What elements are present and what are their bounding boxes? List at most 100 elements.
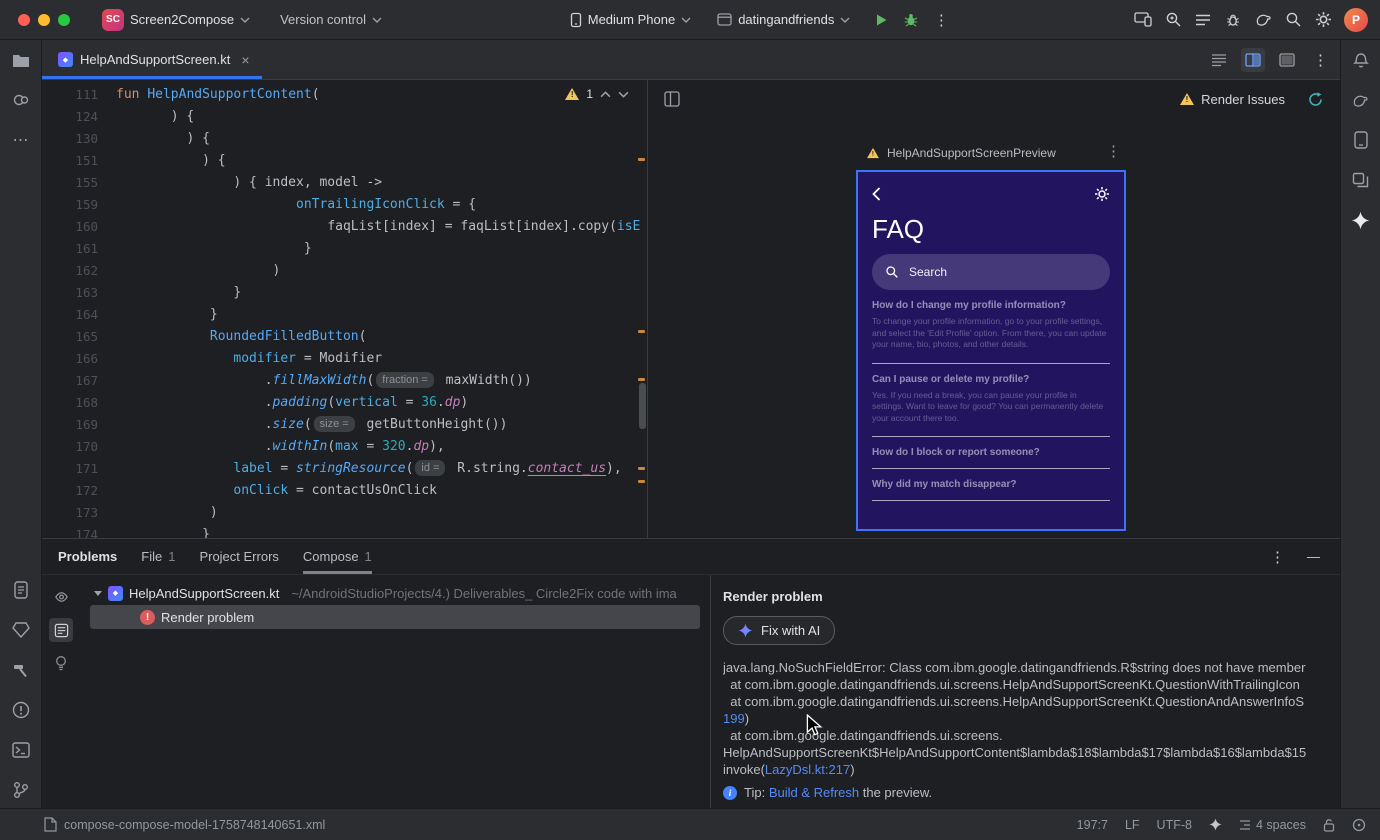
encoding-widget[interactable]: UTF-8 — [1157, 818, 1192, 832]
line-number[interactable]: 161 — [42, 238, 98, 260]
settings-gear-icon[interactable] — [1308, 6, 1338, 34]
caret-position-widget[interactable]: 197:7 — [1077, 818, 1108, 832]
line-number[interactable]: 163 — [42, 282, 98, 304]
code-line[interactable]: 164} — [42, 304, 647, 326]
line-number[interactable]: 164 — [42, 304, 98, 326]
problems-tab-project-errors[interactable]: Project Errors — [199, 539, 278, 574]
code-line[interactable]: 160 faqList[index] = faqList[index].copy(… — [42, 216, 647, 238]
code-view-button[interactable] — [1207, 48, 1231, 72]
render-issues-button[interactable]: Render Issues — [1180, 92, 1285, 107]
readonly-lock-icon[interactable] — [1323, 818, 1335, 832]
code-line[interactable]: 163} — [42, 282, 647, 304]
line-number[interactable]: 168 — [42, 392, 98, 414]
next-problem-icon[interactable] — [618, 91, 629, 98]
app-quality-insights-icon[interactable] — [11, 620, 31, 640]
render-problem-row[interactable]: ! Render problem — [90, 605, 700, 629]
line-number[interactable]: 162 — [42, 260, 98, 282]
problems-panel-title[interactable]: Problems — [58, 549, 117, 564]
line-number[interactable]: 160 — [42, 216, 98, 238]
line-number[interactable]: 130 — [42, 128, 98, 150]
preview-phone-frame[interactable]: FAQ Search How do I change my profile in… — [856, 170, 1126, 531]
code-line[interactable]: 162) — [42, 260, 647, 282]
line-number[interactable]: 171 — [42, 458, 98, 480]
problems-tab-compose[interactable]: Compose 1 — [302, 539, 372, 574]
editor-tab-active[interactable]: ◆ HelpAndSupportScreen.kt × — [42, 40, 262, 79]
code-line[interactable]: 174} — [42, 524, 647, 538]
code-line[interactable]: 170 .widthIn(max = 320.dp), — [42, 436, 647, 458]
structure-list-icon[interactable] — [1188, 6, 1218, 34]
status-indicator-icon[interactable] — [1352, 818, 1366, 832]
build-refresh-icon[interactable] — [1307, 91, 1324, 108]
commit-icon[interactable] — [11, 90, 31, 110]
run-configuration-selector[interactable]: datingandfriends — [709, 8, 858, 31]
chevron-down-icon[interactable] — [94, 590, 102, 596]
line-number[interactable]: 159 — [42, 194, 98, 216]
line-number[interactable]: 172 — [42, 480, 98, 502]
code-line[interactable]: 151) { — [42, 150, 647, 172]
split-view-button[interactable] — [1241, 47, 1265, 72]
device-mirroring-icon[interactable] — [1128, 6, 1158, 34]
warning-stripe-mark[interactable] — [638, 158, 645, 161]
warning-stripe-mark[interactable] — [638, 378, 645, 381]
more-tool-windows-icon[interactable]: ⋯ — [11, 130, 31, 150]
quick-fix-bulb-icon[interactable] — [49, 651, 73, 675]
ai-status-sparkle-icon[interactable] — [1209, 818, 1222, 831]
problems-icon[interactable] — [11, 700, 31, 720]
build-icon[interactable] — [11, 660, 31, 680]
line-number[interactable]: 174 — [42, 524, 98, 538]
line-number[interactable]: 151 — [42, 150, 98, 172]
preview-visibility-eye-icon[interactable] — [49, 585, 73, 609]
preview-options-kebab[interactable]: ⋮ — [1106, 142, 1121, 160]
line-number[interactable]: 170 — [42, 436, 98, 458]
code-line[interactable]: 159 onTrailingIconClick = { — [42, 194, 647, 216]
ai-search-icon[interactable] — [1158, 6, 1188, 34]
code-line[interactable]: 165 RoundedFilledButton( — [42, 326, 647, 348]
inspections-widget[interactable]: 1 — [565, 87, 629, 101]
line-number[interactable]: 155 — [42, 172, 98, 194]
line-number[interactable]: 166 — [42, 348, 98, 370]
code-line[interactable]: 166 modifier = Modifier — [42, 348, 647, 370]
open-preview-detail-icon[interactable] — [49, 618, 73, 642]
code-line[interactable]: 167 .fillMaxWidth(fraction = maxWidth()) — [42, 370, 647, 392]
code-line[interactable]: 124) { — [42, 106, 647, 128]
code-line[interactable]: 172 onClick = contactUsOnClick — [42, 480, 647, 502]
code-line[interactable]: 111 fun HelpAndSupportContent( — [42, 84, 647, 106]
tabbar-more-icon[interactable]: ⋮ — [1313, 51, 1328, 69]
version-control-icon[interactable] — [11, 780, 31, 800]
logcat-icon[interactable] — [11, 580, 31, 600]
warning-stripe-mark[interactable] — [638, 480, 645, 483]
terminal-icon[interactable] — [11, 740, 31, 760]
editor-scrollbar[interactable] — [639, 383, 646, 429]
user-avatar[interactable]: P — [1344, 7, 1368, 32]
project-widget[interactable]: SC Screen2Compose — [94, 5, 258, 35]
code-line[interactable]: 155) { index, model -> — [42, 172, 647, 194]
more-run-actions-button[interactable]: ⋮ — [926, 6, 956, 34]
project-folder-icon[interactable] — [11, 50, 31, 70]
close-window-button[interactable] — [18, 13, 30, 26]
preview-layout-icon[interactable] — [664, 91, 680, 107]
minimize-window-button[interactable] — [38, 13, 50, 26]
fix-with-ai-button[interactable]: Fix with AI — [723, 616, 836, 645]
stack-trace-link[interactable]: 199 — [723, 711, 745, 726]
line-number[interactable]: 165 — [42, 326, 98, 348]
version-control-menu[interactable]: Version control — [272, 8, 390, 31]
previous-problem-icon[interactable] — [600, 90, 611, 98]
warning-stripe-mark[interactable] — [638, 330, 645, 333]
line-number[interactable]: 167 — [42, 370, 98, 392]
line-separator-widget[interactable]: LF — [1125, 818, 1140, 832]
indent-widget[interactable]: 4 spaces — [1239, 818, 1306, 832]
debug-button[interactable] — [896, 6, 926, 34]
close-tab-icon[interactable]: × — [241, 52, 249, 68]
gemini-ai-icon[interactable] — [1351, 210, 1371, 230]
search-icon[interactable] — [1278, 6, 1308, 34]
gradle-icon[interactable] — [1248, 6, 1278, 34]
device-manager-icon[interactable] — [1351, 130, 1371, 150]
device-selector[interactable]: Medium Phone — [562, 8, 699, 32]
problems-file-row[interactable]: ◆ HelpAndSupportScreen.kt ~/AndroidStudi… — [80, 581, 710, 605]
zoom-window-button[interactable] — [58, 13, 70, 26]
code-line[interactable]: 168 .padding(vertical = 36.dp) — [42, 392, 647, 414]
gradle-tool-icon[interactable] — [1351, 90, 1371, 110]
line-number[interactable]: 111 — [42, 84, 98, 106]
code-line[interactable]: 169 .size(size = getButtonHeight()) — [42, 414, 647, 436]
bug-icon[interactable] — [1218, 6, 1248, 34]
